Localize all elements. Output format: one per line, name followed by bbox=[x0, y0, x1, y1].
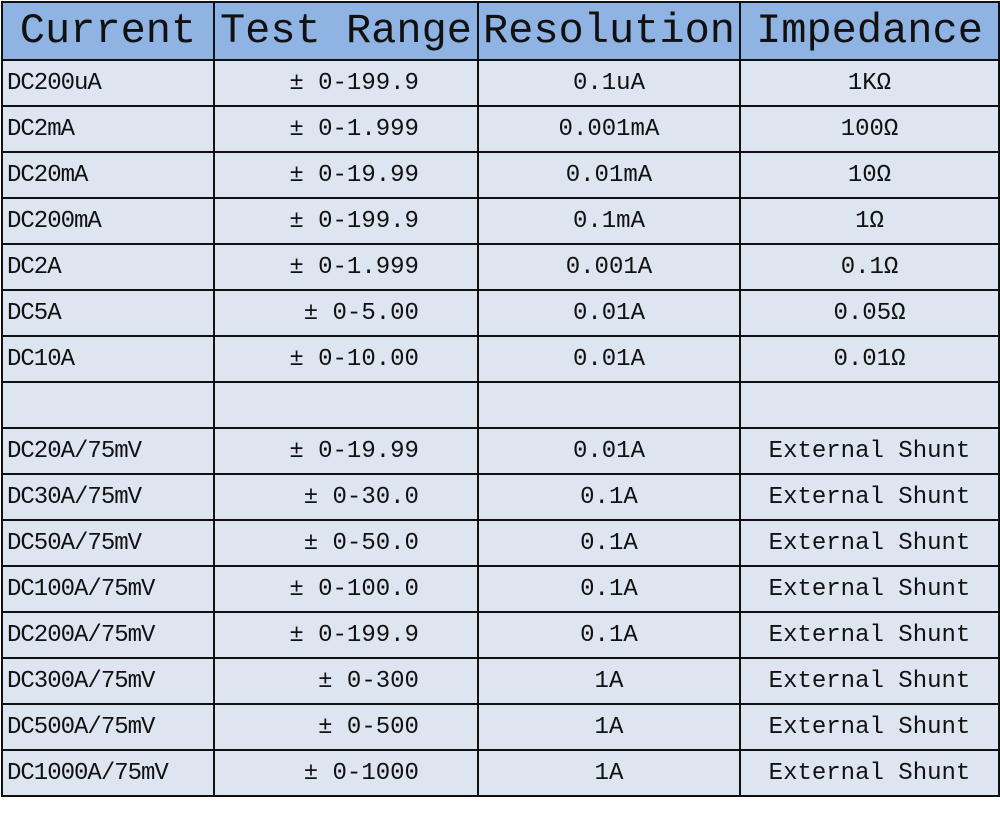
cell-current: DC30A/75mV bbox=[1, 473, 215, 521]
cell-resolution: 0.1A bbox=[476, 565, 741, 613]
table-row: DC100A/75mV ± 0-100.0 0.1A External Shunt bbox=[1, 565, 1000, 613]
table-row bbox=[1, 381, 1000, 429]
cell-current: DC300A/75mV bbox=[1, 657, 215, 705]
cell-resolution: 1A bbox=[476, 657, 741, 705]
cell-current: DC1000A/75mV bbox=[1, 749, 215, 797]
cell-resolution: 0.1uA bbox=[476, 59, 741, 107]
header-test-range: Test Range bbox=[212, 1, 479, 61]
table-row: DC2mA ± 0-1.999 0.001mA 100Ω bbox=[1, 105, 1000, 153]
cell-test-range: ± 0-30.0 bbox=[212, 473, 479, 521]
table-row: DC20mA ± 0-19.99 0.01mA 10Ω bbox=[1, 151, 1000, 199]
table-row: DC1000A/75mV ± 0-1000 1A External Shunt bbox=[1, 749, 1000, 797]
spec-table-container: Current Test Range Resolution Impedance … bbox=[0, 0, 1000, 825]
cell-test-range: ± 0-100.0 bbox=[212, 565, 479, 613]
cell-resolution: 1A bbox=[476, 703, 741, 751]
cell-impedance: External Shunt bbox=[738, 473, 1000, 521]
cell-resolution: 0.1A bbox=[476, 519, 741, 567]
cell-impedance: External Shunt bbox=[738, 749, 1000, 797]
cell-test-range: ± 0-1000 bbox=[212, 749, 479, 797]
cell-resolution: 0.1mA bbox=[476, 197, 741, 245]
cell-current: DC5A bbox=[1, 289, 215, 337]
cell-resolution: 0.01mA bbox=[476, 151, 741, 199]
table-row: DC300A/75mV ± 0-300 1A External Shunt bbox=[1, 657, 1000, 705]
cell-impedance: External Shunt bbox=[738, 611, 1000, 659]
cell-test-range: ± 0-1.999 bbox=[212, 105, 479, 153]
cell-impedance: 0.05Ω bbox=[738, 289, 1000, 337]
cell-current: DC100A/75mV bbox=[1, 565, 215, 613]
cell-impedance: External Shunt bbox=[738, 519, 1000, 567]
cell-current: DC200mA bbox=[1, 197, 215, 245]
cell-resolution: 1A bbox=[476, 749, 741, 797]
cell-current: DC200uA bbox=[1, 59, 215, 107]
cell-test-range: ± 0-500 bbox=[212, 703, 479, 751]
table-row: DC2A ± 0-1.999 0.001A 0.1Ω bbox=[1, 243, 1000, 291]
header-impedance: Impedance bbox=[738, 1, 1000, 61]
cell-current: DC20A/75mV bbox=[1, 427, 215, 475]
cell-resolution: 0.1A bbox=[476, 473, 741, 521]
table-row: DC500A/75mV ± 0-500 1A External Shunt bbox=[1, 703, 1000, 751]
cell-current: DC500A/75mV bbox=[1, 703, 215, 751]
cell-current: DC20mA bbox=[1, 151, 215, 199]
cell-resolution: 0.001mA bbox=[476, 105, 741, 153]
cell-impedance: 1KΩ bbox=[738, 59, 1000, 107]
cell-test-range: ± 0-199.9 bbox=[212, 197, 479, 245]
cell-resolution: 0.01A bbox=[476, 335, 741, 383]
cell-test-range: ± 0-199.9 bbox=[212, 59, 479, 107]
header-resolution: Resolution bbox=[476, 1, 741, 61]
cell-impedance: 0.01Ω bbox=[738, 335, 1000, 383]
cell-resolution: 0.1A bbox=[476, 611, 741, 659]
cell-impedance: 100Ω bbox=[738, 105, 1000, 153]
cell-resolution bbox=[476, 381, 741, 429]
table-row: DC200uA ± 0-199.9 0.1uA 1KΩ bbox=[1, 59, 1000, 107]
cell-current: DC2mA bbox=[1, 105, 215, 153]
table-row: DC20A/75mV ± 0-19.99 0.01A External Shunt bbox=[1, 427, 1000, 475]
cell-impedance: External Shunt bbox=[738, 657, 1000, 705]
cell-resolution: 0.001A bbox=[476, 243, 741, 291]
table-row: DC200A/75mV ± 0-199.9 0.1A External Shunt bbox=[1, 611, 1000, 659]
current-spec-table: Current Test Range Resolution Impedance … bbox=[1, 1, 1000, 797]
table-row: DC10A ± 0-10.00 0.01A 0.01Ω bbox=[1, 335, 1000, 383]
cell-current: DC200A/75mV bbox=[1, 611, 215, 659]
cell-current: DC50A/75mV bbox=[1, 519, 215, 567]
cell-test-range: ± 0-5.00 bbox=[212, 289, 479, 337]
cell-impedance: External Shunt bbox=[738, 565, 1000, 613]
cell-test-range: ± 0-1.999 bbox=[212, 243, 479, 291]
cell-current bbox=[1, 381, 215, 429]
table-row: DC30A/75mV ± 0-30.0 0.1A External Shunt bbox=[1, 473, 1000, 521]
cell-impedance: 0.1Ω bbox=[738, 243, 1000, 291]
cell-test-range: ± 0-199.9 bbox=[212, 611, 479, 659]
cell-impedance bbox=[738, 381, 1000, 429]
cell-test-range: ± 0-50.0 bbox=[212, 519, 479, 567]
table-row: DC5A ± 0-5.00 0.01A 0.05Ω bbox=[1, 289, 1000, 337]
cell-current: DC2A bbox=[1, 243, 215, 291]
header-current: Current bbox=[1, 1, 215, 61]
cell-impedance: External Shunt bbox=[738, 427, 1000, 475]
cell-impedance: 1Ω bbox=[738, 197, 1000, 245]
cell-test-range bbox=[212, 381, 479, 429]
cell-test-range: ± 0-19.99 bbox=[212, 151, 479, 199]
cell-current: DC10A bbox=[1, 335, 215, 383]
cell-test-range: ± 0-300 bbox=[212, 657, 479, 705]
header-row: Current Test Range Resolution Impedance bbox=[1, 1, 1000, 61]
table-row: DC200mA ± 0-199.9 0.1mA 1Ω bbox=[1, 197, 1000, 245]
cell-resolution: 0.01A bbox=[476, 427, 741, 475]
cell-resolution: 0.01A bbox=[476, 289, 741, 337]
table-row: DC50A/75mV ± 0-50.0 0.1A External Shunt bbox=[1, 519, 1000, 567]
cell-impedance: External Shunt bbox=[738, 703, 1000, 751]
cell-impedance: 10Ω bbox=[738, 151, 1000, 199]
cell-test-range: ± 0-19.99 bbox=[212, 427, 479, 475]
cell-test-range: ± 0-10.00 bbox=[212, 335, 479, 383]
